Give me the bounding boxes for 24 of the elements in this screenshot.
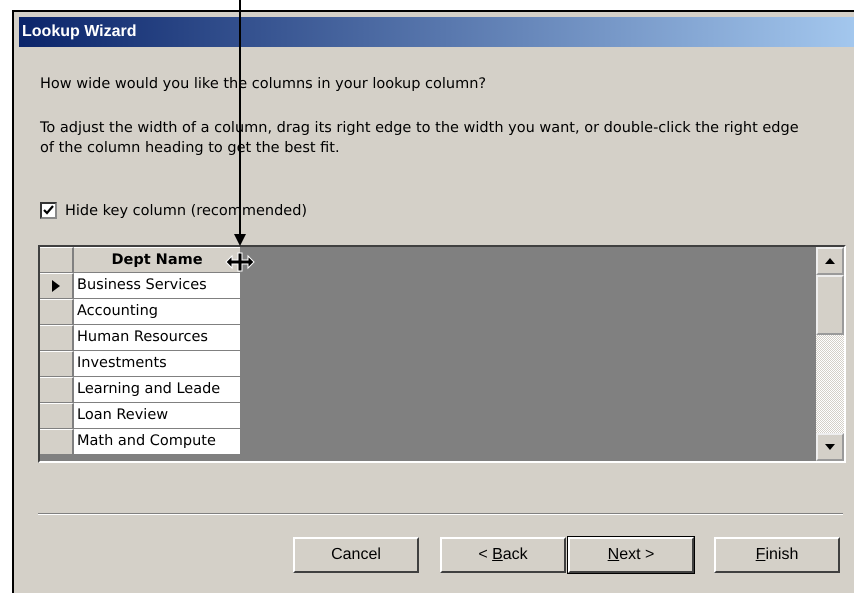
- corner-cell: [40, 247, 74, 272]
- up-arrow-icon: [825, 258, 835, 264]
- down-arrow-icon: [825, 444, 835, 450]
- wizard-button[interactable]: Finish: [714, 537, 840, 573]
- vertical-scrollbar[interactable]: [816, 247, 844, 461]
- table-cell: Learning and Leade: [74, 377, 240, 402]
- table-cell: Accounting: [74, 299, 240, 324]
- current-row-icon: [52, 280, 60, 292]
- wizard-button[interactable]: < Back: [440, 537, 566, 573]
- wizard-button[interactable]: Cancel: [293, 537, 419, 573]
- wizard-button[interactable]: Next >: [568, 537, 694, 573]
- table-cell: Human Resources: [74, 325, 240, 350]
- table-cell: Investments: [74, 351, 240, 376]
- scroll-down-button[interactable]: [816, 433, 844, 461]
- scroll-up-button[interactable]: [816, 247, 844, 275]
- table-cell: Loan Review: [74, 403, 240, 428]
- resize-cursor-icon: [225, 252, 255, 272]
- table-cell: Math and Compute: [74, 429, 240, 454]
- checkbox[interactable]: [40, 202, 57, 219]
- table-cell: Business Services: [74, 273, 240, 298]
- column-header[interactable]: Dept Name: [74, 247, 240, 272]
- window-title: Lookup Wizard: [19, 17, 854, 47]
- scroll-thumb[interactable]: [816, 275, 844, 335]
- row-selector[interactable]: [40, 273, 74, 298]
